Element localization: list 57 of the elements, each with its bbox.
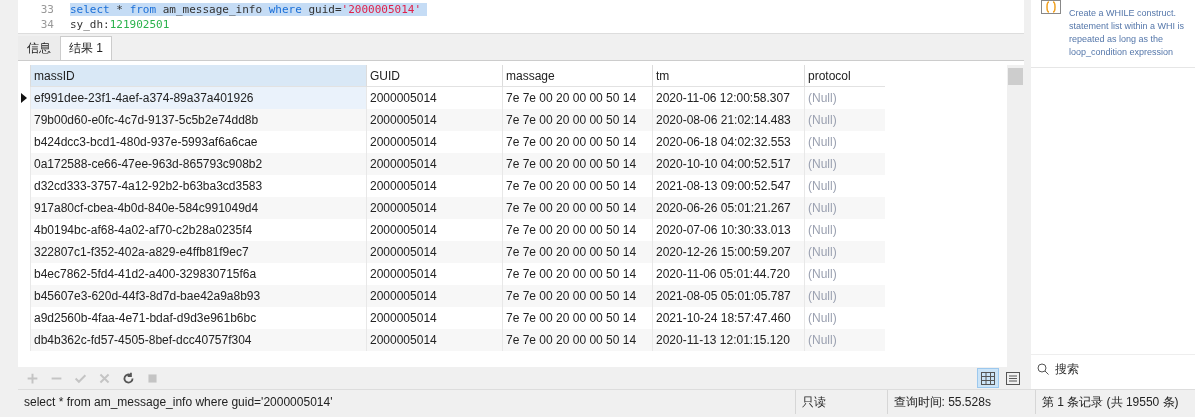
table-cell: (Null) <box>804 197 885 219</box>
row-pointer-icon <box>21 93 27 103</box>
result-tab[interactable]: 信息 <box>18 36 60 60</box>
table-cell: 0a172588-ce66-47ee-963d-865793c908b2 <box>30 153 366 175</box>
form-icon <box>1006 371 1020 385</box>
table-cell: 2000005014 <box>366 109 502 131</box>
table-cell: 2000005014 <box>366 241 502 263</box>
table-cell: (Null) <box>804 285 885 307</box>
status-sql: select * from am_message_info where guid='2000005014' <box>23 394 334 411</box>
table-cell: (Null) <box>804 153 885 175</box>
table-cell: (Null) <box>804 241 885 263</box>
grid-view-button[interactable] <box>977 368 999 388</box>
table-cell: 2020-10-10 04:00:52.517 <box>652 153 804 175</box>
code-line: sy_dh:121902501 <box>70 17 171 31</box>
table-cell: 2000005014 <box>366 197 502 219</box>
table-cell: 2021-08-05 05:01:05.787 <box>652 285 804 307</box>
status-query-time: 查询时间: 55.528s <box>886 390 1035 414</box>
table-cell: 7e 7e 00 20 00 00 50 14 <box>502 329 652 351</box>
table-cell: (Null) <box>804 109 885 131</box>
table-cell: 322807c1-f352-402a-a829-e4ffb81f9ec7 <box>30 241 366 263</box>
status-mode: 只读 <box>795 390 887 414</box>
search-icon <box>1037 363 1049 375</box>
grid-icon <box>981 371 995 385</box>
table-cell: b45607e3-620d-44f3-8d7d-bae42a9a8b93 <box>30 285 366 307</box>
close-icon <box>97 371 111 385</box>
table-cell: 2000005014 <box>366 329 502 351</box>
table-cell: 2000005014 <box>366 153 502 175</box>
result-tab[interactable]: 结果 1 <box>60 36 112 60</box>
table-cell: db4b362c-fd57-4505-8bef-dcc40757f304 <box>30 329 366 351</box>
table-cell: 7e 7e 00 20 00 00 50 14 <box>502 241 652 263</box>
table-cell: (Null) <box>804 329 885 351</box>
column-header[interactable]: GUID <box>366 65 502 87</box>
table-cell: 7e 7e 00 20 00 00 50 14 <box>502 153 652 175</box>
line-number: 33 <box>39 2 55 16</box>
column-header[interactable]: massage <box>502 65 652 87</box>
refresh-icon <box>121 371 135 385</box>
table-cell: 7e 7e 00 20 00 00 50 14 <box>502 197 652 219</box>
status-record: 第 1 条记录 (共 19550 条) <box>1034 390 1195 414</box>
table-cell: 917a80cf-cbea-4b0d-840e-584c991049d4 <box>30 197 366 219</box>
help-text: Create a WHILE construct. statement list within a WHI is repeated as long as the loop_condition expression <box>1069 7 1186 59</box>
plus-icon <box>25 371 39 385</box>
table-cell: 2000005014 <box>366 285 502 307</box>
table-cell: 2020-12-26 15:00:59.207 <box>652 241 804 263</box>
line-number: 34 <box>39 17 55 31</box>
column-header[interactable]: protocol <box>804 65 885 87</box>
sql-editor[interactable]: 33 select * from am_message_info where guid='2000005014' 34 sy_dh:121902501 <box>18 0 1024 34</box>
search-field[interactable]: 搜索 <box>1053 361 1177 377</box>
stop-icon <box>145 371 159 385</box>
column-header[interactable]: tm <box>652 65 804 87</box>
table-cell: 7e 7e 00 20 00 00 50 14 <box>502 285 652 307</box>
table-cell: ef991dee-23f1-4aef-a374-89a37a401926 <box>30 87 366 109</box>
table-cell: 2020-06-26 05:01:21.267 <box>652 197 804 219</box>
table-cell: 2020-08-06 21:02:14.483 <box>652 109 804 131</box>
table-cell: 79b00d60-e0fc-4c7d-9137-5c5b2e74dd8b <box>30 109 366 131</box>
table-cell: 2020-11-13 12:01:15.120 <box>652 329 804 351</box>
column-header[interactable]: massID <box>30 65 366 87</box>
table-cell: 7e 7e 00 20 00 00 50 14 <box>502 109 652 131</box>
